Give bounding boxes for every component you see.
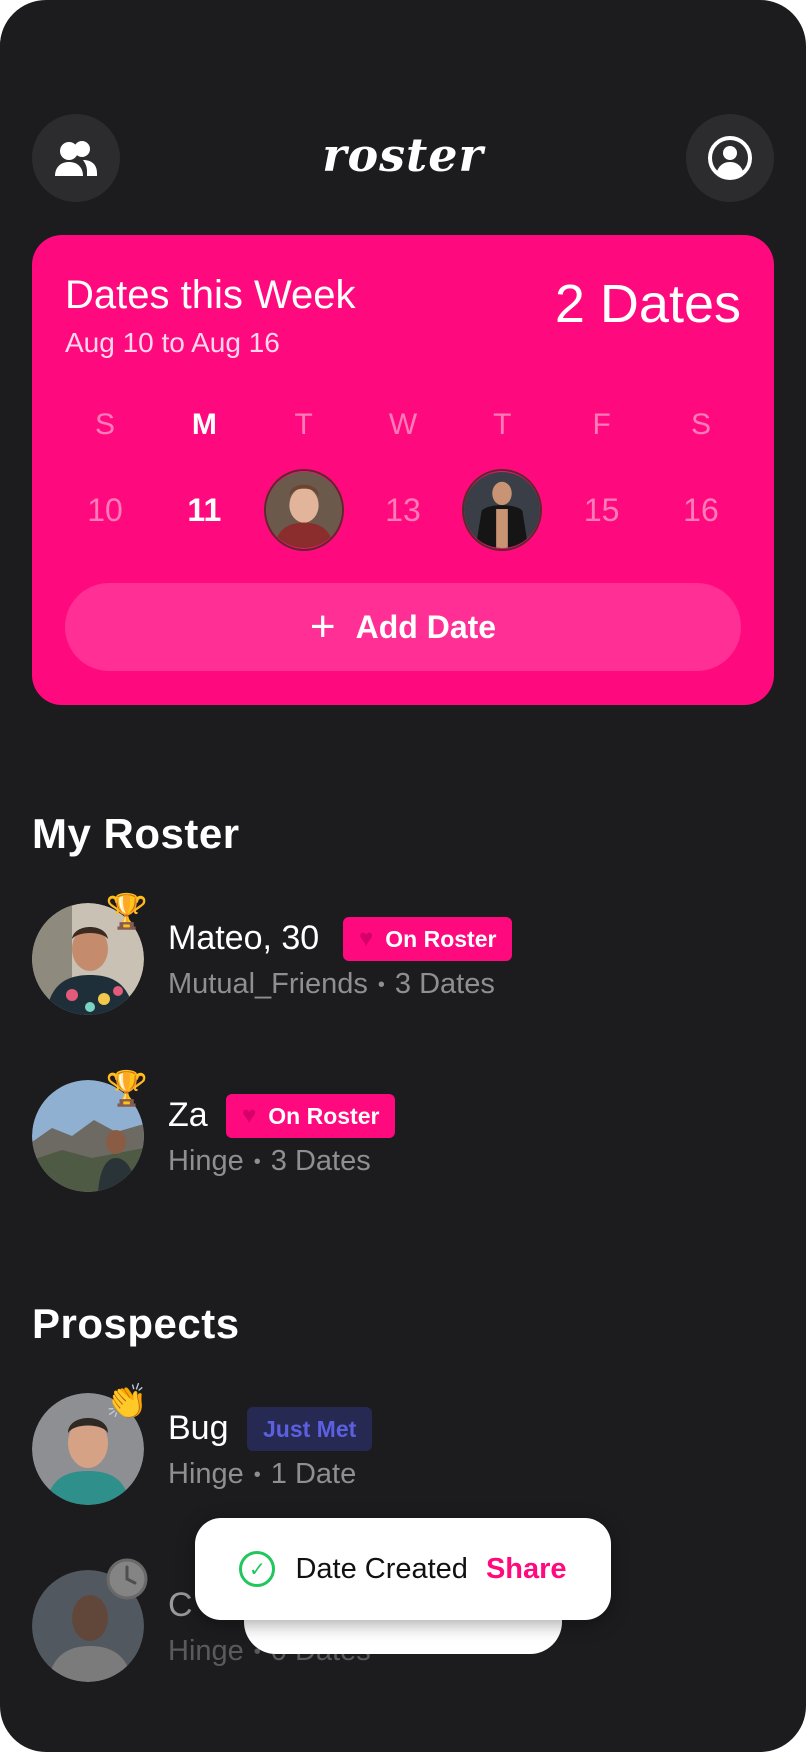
date-avatar bbox=[462, 469, 543, 551]
on-roster-badge: ♥ On Roster bbox=[343, 917, 513, 961]
badge-label: Just Met bbox=[263, 1415, 357, 1442]
add-date-label: Add Date bbox=[355, 608, 497, 645]
just-met-badge: Just Met bbox=[247, 1407, 373, 1451]
day-number[interactable]: 13 bbox=[363, 470, 443, 550]
share-button[interactable]: Share bbox=[486, 1553, 567, 1586]
app-screen: roster Dates this Week Aug 10 to Aug 16 … bbox=[0, 0, 806, 1752]
clock-icon bbox=[104, 1556, 150, 1602]
weekday-label: S bbox=[94, 408, 115, 441]
heart-icon: ♥ bbox=[359, 925, 374, 952]
user-profile-icon bbox=[708, 136, 752, 180]
date-avatar bbox=[263, 469, 344, 551]
weekday-label: W bbox=[388, 408, 418, 441]
day-number-today[interactable]: 11 bbox=[164, 470, 244, 550]
source-label: Hinge bbox=[168, 1458, 244, 1490]
dates-count: 2 Dates bbox=[554, 274, 741, 334]
source-label: Hinge bbox=[168, 1635, 244, 1667]
clock-icon-graphic bbox=[106, 1558, 148, 1600]
roster-list-item[interactable]: 🏆 Za ♥ On Roster Hinge • 3 Dates bbox=[32, 1070, 774, 1195]
person-meta: Hinge • 3 Dates bbox=[168, 1145, 371, 1178]
dates-this-week-card: Dates this Week Aug 10 to Aug 16 2 Dates… bbox=[32, 235, 774, 705]
clapping-hands-icon: 👏 bbox=[105, 1383, 149, 1421]
day-number[interactable]: 16 bbox=[661, 470, 741, 550]
day-number[interactable]: 15 bbox=[562, 470, 642, 550]
person-meta: Hinge • 1 Date bbox=[168, 1458, 356, 1491]
prospect-list-item[interactable]: 👏 Bug Just Met Hinge • 1 Date bbox=[32, 1383, 774, 1508]
on-roster-badge: ♥ On Roster bbox=[226, 1094, 396, 1138]
toast-message: Date Created bbox=[295, 1552, 468, 1585]
person-name: Mateo, 30 bbox=[168, 919, 320, 957]
plus-icon: + bbox=[309, 602, 336, 651]
weekday-label: M bbox=[191, 408, 217, 441]
prospects-title: Prospects bbox=[32, 1300, 240, 1347]
screen-edge bbox=[0, 0, 10, 90]
trophy-icon: 🏆 bbox=[105, 1070, 149, 1108]
dates-count-label: 1 Date bbox=[270, 1458, 357, 1490]
person-meta: Mutual_Friends • 3 Dates bbox=[168, 968, 495, 1001]
profile-button[interactable] bbox=[686, 114, 774, 202]
person-name: C bbox=[168, 1586, 193, 1624]
weekday-label: S bbox=[690, 408, 711, 441]
dates-count-label: 3 Dates bbox=[270, 1145, 371, 1177]
roster-list-item[interactable]: 🏆 Mateo, 30 ♥ On Roster Mutual_Friends • 3… bbox=[32, 893, 774, 1018]
source-label: Hinge bbox=[168, 1145, 244, 1177]
my-roster-title: My Roster bbox=[32, 810, 240, 857]
card-title: Dates this Week bbox=[65, 273, 356, 317]
date-range: Aug 10 to Aug 16 bbox=[65, 327, 280, 358]
weekday-label: T bbox=[294, 408, 313, 441]
badge-label: On Roster bbox=[268, 1102, 380, 1129]
week-days: 10 11 13 15 16 bbox=[65, 469, 741, 551]
add-date-button[interactable]: + Add Date bbox=[65, 583, 741, 671]
separator-dot: • bbox=[253, 1150, 261, 1173]
trophy-icon: 🏆 bbox=[105, 893, 149, 931]
day-with-date[interactable] bbox=[462, 469, 543, 551]
separator-dot: • bbox=[377, 973, 385, 996]
date-created-toast: ✓ Date Created Share bbox=[195, 1518, 611, 1620]
weekday-label: F bbox=[592, 408, 611, 441]
dates-count-label: 3 Dates bbox=[394, 968, 495, 1000]
heart-icon: ♥ bbox=[242, 1102, 257, 1129]
weekday-header: S M T W T F S bbox=[65, 405, 741, 445]
badge-label: On Roster bbox=[385, 925, 497, 952]
separator-dot: • bbox=[253, 1463, 261, 1486]
source-label: Mutual_Friends bbox=[168, 968, 368, 1000]
person-name: Za bbox=[168, 1096, 208, 1134]
person-name: Bug bbox=[168, 1409, 229, 1447]
check-circle-icon: ✓ bbox=[239, 1551, 276, 1587]
day-with-date[interactable] bbox=[263, 469, 344, 551]
day-number[interactable]: 10 bbox=[65, 470, 145, 550]
weekday-label: T bbox=[493, 408, 512, 441]
